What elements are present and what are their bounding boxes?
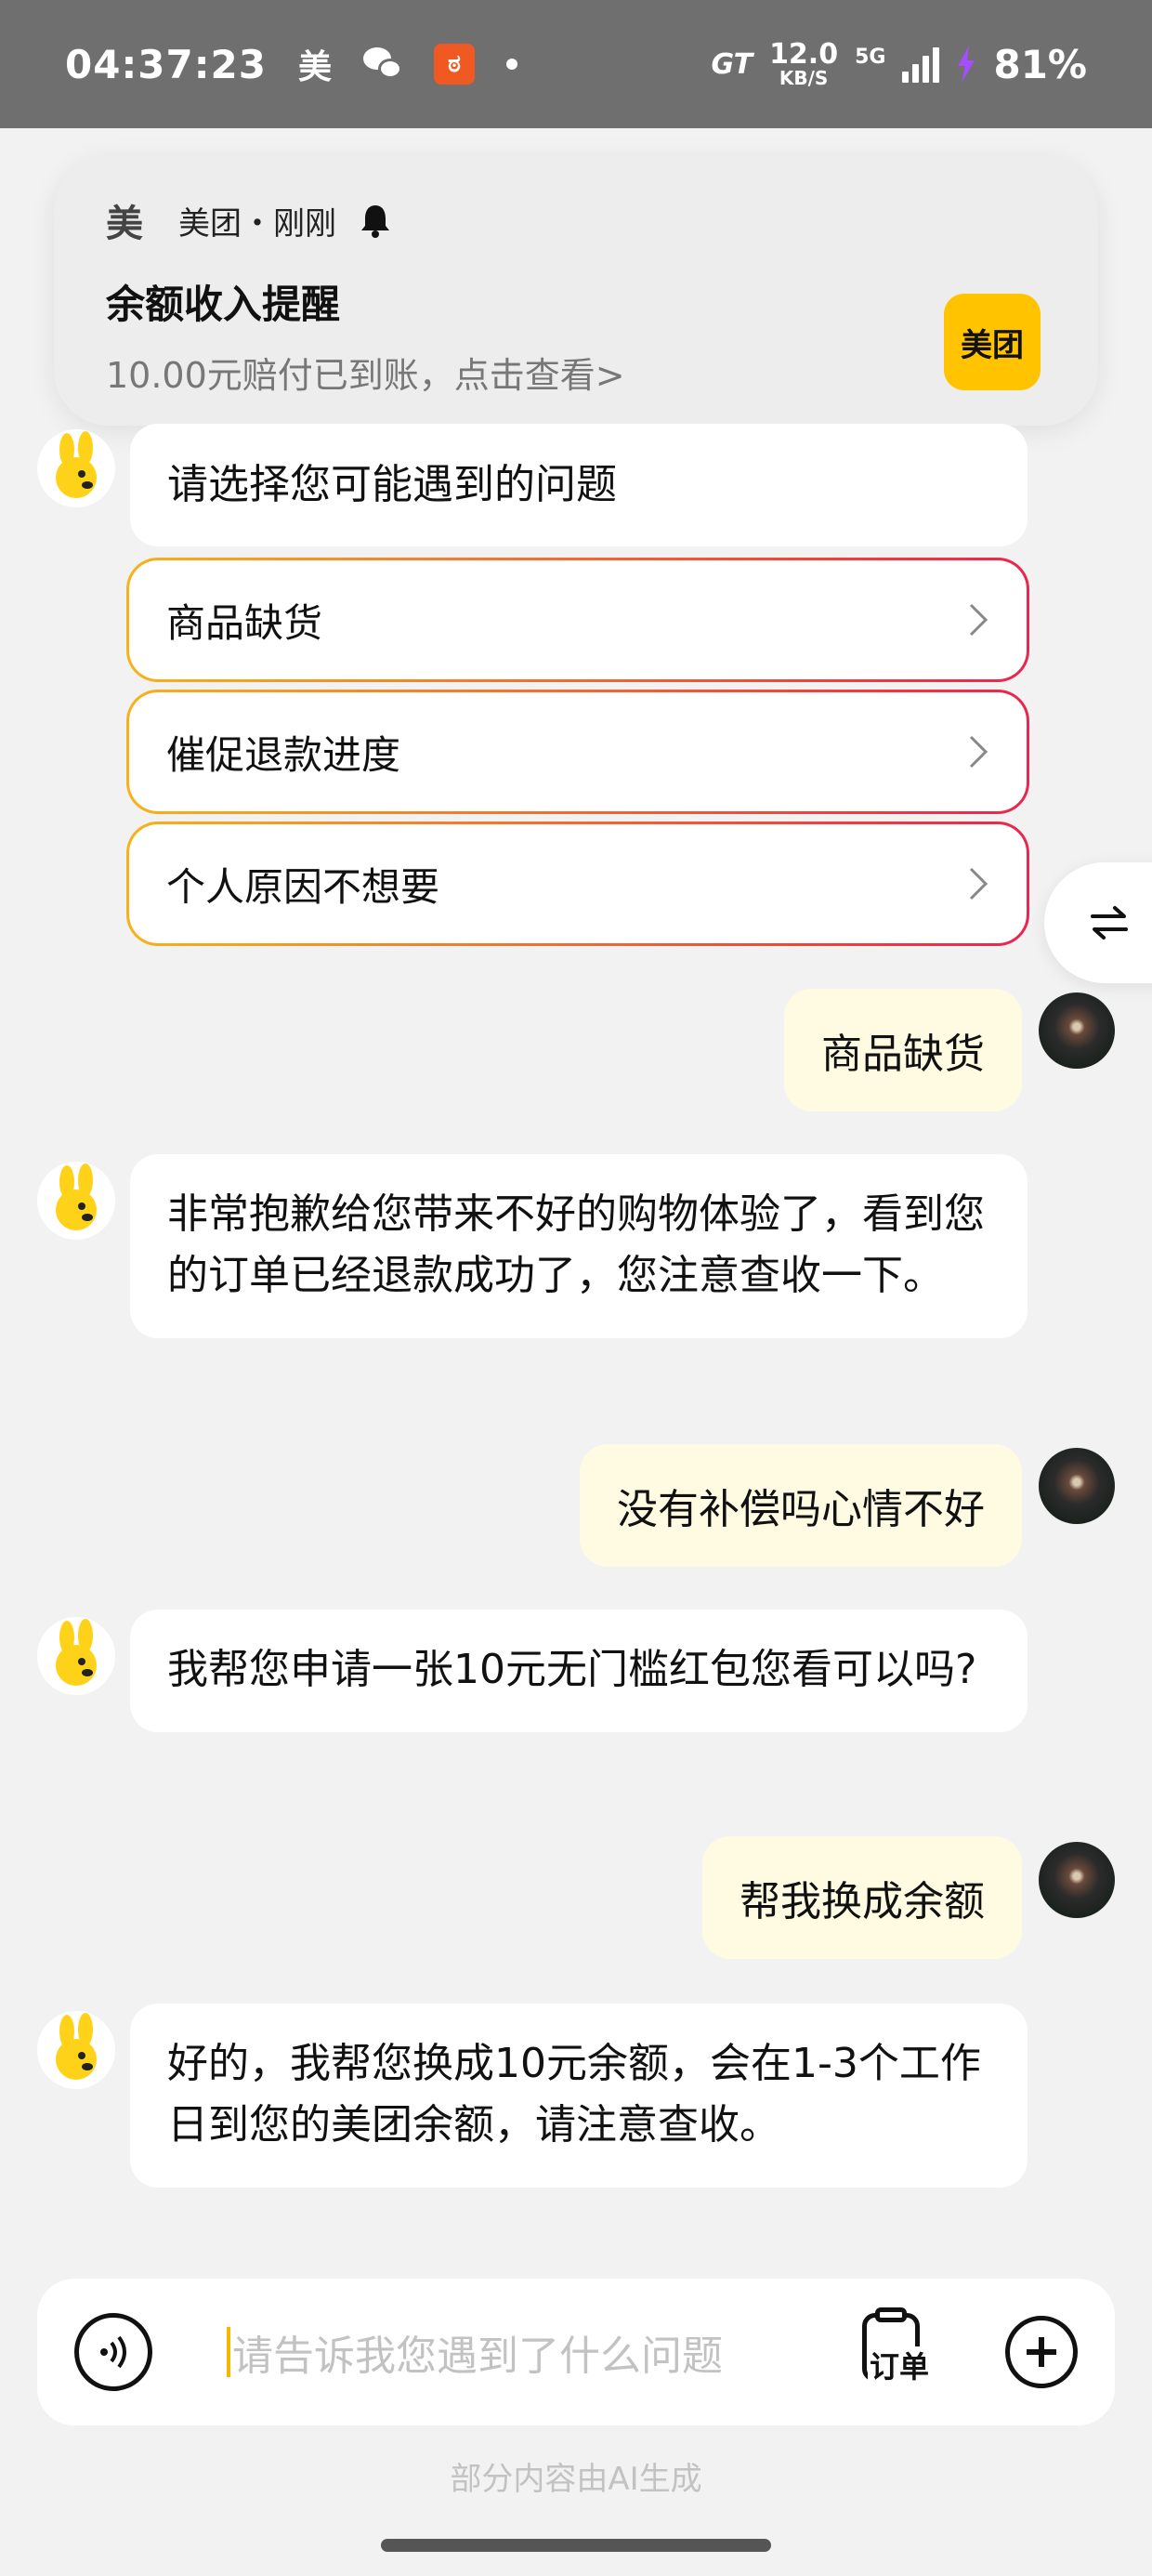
gt-mode-label: GT (711, 47, 753, 81)
plus-icon[interactable] (1005, 2316, 1078, 2388)
ai-disclaimer: 部分内容由AI生成 (450, 2461, 702, 2498)
user-message-bubble: 帮我换成余额 (702, 1836, 1022, 1959)
bell-icon (361, 205, 389, 238)
battery-percent: 81% (993, 41, 1087, 87)
network-speed: 12.0 KB/S (769, 38, 839, 89)
network-type: 5G (855, 45, 886, 69)
chevron-right-icon (969, 867, 988, 900)
speed-unit: KB/S (779, 67, 829, 89)
order-label: 订单 (868, 2346, 932, 2387)
bot-message-bubble: 非常抱歉给您带来不好的购物体验了，看到您的订单已经退款成功了，您注意查收一下。 (130, 1154, 1028, 1338)
notification-header: 美 美团・刚刚 (106, 193, 1046, 247)
more-notifications-dot (505, 59, 517, 70)
bot-message-bubble: 我帮您申请一张10元无门槛红包您看可以吗? (130, 1610, 1028, 1732)
notification-banner[interactable]: 美 美团・刚刚 余额收入提醒 10.00元赔付已到账，点击查看> 美团 (54, 156, 1098, 426)
home-indicator[interactable] (381, 2539, 771, 2552)
orange-app-icon: ಠ (433, 44, 475, 85)
user-message-bubble: 商品缺货 (784, 989, 1022, 1111)
bot-prompt-bubble: 请选择您可能遇到的问题 (130, 424, 1028, 546)
voice-icon (100, 2335, 126, 2369)
status-time: 04:37:23 (65, 41, 267, 87)
meituan-status-icon: 美 (297, 48, 332, 86)
status-bar: 04:37:23 美 ಠ GT 12.0 KB/S 5G 81% (0, 0, 1152, 128)
user-avatar[interactable] (1039, 1842, 1115, 1918)
user-avatar[interactable] (1039, 1448, 1115, 1524)
swap-icon (1091, 906, 1128, 940)
option-label: 个人原因不想要 (166, 863, 440, 910)
input-bar: 请告诉我您遇到了什么问题 订单 (37, 2279, 1115, 2425)
option-out-of-stock[interactable]: 商品缺货 (126, 558, 1029, 682)
meituan-logo: 美团 (944, 294, 1041, 390)
signal-icon (902, 46, 940, 83)
order-button[interactable]: 订单 (855, 2307, 938, 2391)
message-input-placeholder: 请告诉我您遇到了什么问题 (232, 2333, 723, 2380)
voice-button[interactable] (74, 2313, 152, 2391)
charging-bolt-icon (958, 46, 975, 83)
bot-message-bubble: 好的，我帮您换成10元余额，会在1-3个工作日到您的美团余额，请注意查收。 (130, 2004, 1028, 2188)
user-message-bubble: 没有补偿吗心情不好 (580, 1444, 1022, 1567)
notification-title: 余额收入提醒 (106, 282, 341, 327)
option-label: 商品缺货 (166, 599, 323, 646)
option-refund-progress[interactable]: 催促退款进度 (126, 690, 1029, 814)
speed-value: 12.0 (769, 38, 839, 71)
user-avatar[interactable] (1039, 992, 1115, 1069)
swap-button[interactable] (1044, 862, 1152, 983)
option-personal-reason[interactable]: 个人原因不想要 (126, 821, 1029, 946)
wechat-icon (362, 47, 402, 81)
text-caret (227, 2327, 230, 2377)
message-input[interactable]: 请告诉我您遇到了什么问题 (227, 2322, 723, 2382)
notification-source: 美团・刚刚 (178, 204, 336, 243)
chevron-right-icon (969, 735, 988, 769)
chevron-right-icon (969, 603, 988, 637)
option-label: 催促退款进度 (166, 731, 401, 778)
bot-avatar (37, 1162, 115, 1240)
bot-avatar (37, 2011, 115, 2089)
notification-body: 10.00元赔付已到账，点击查看> (106, 355, 625, 396)
bot-avatar (37, 429, 115, 507)
bot-avatar (37, 1617, 115, 1695)
meituan-notification-icon: 美 (106, 203, 143, 245)
